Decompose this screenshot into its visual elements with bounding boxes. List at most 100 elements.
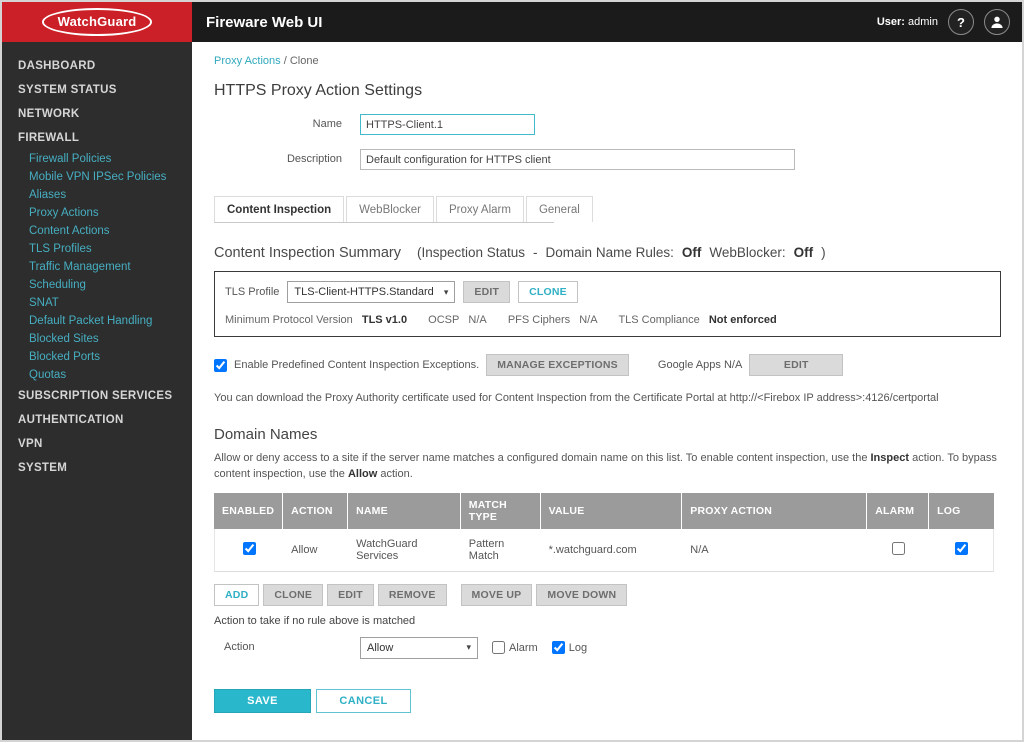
sidebar-item-default-packet-handling[interactable]: Default Packet Handling [2, 312, 192, 330]
cancel-button[interactable]: CANCEL [316, 688, 411, 713]
edit-button[interactable]: EDIT [327, 583, 374, 606]
app-header: WatchGuard Fireware Web UI User: admin ? [2, 2, 1022, 42]
default-action-selected-value: Allow [367, 641, 394, 654]
summary-paren-open: (Inspection Status [416, 245, 526, 260]
tls-clone-button[interactable]: CLONE [518, 281, 578, 303]
enable-exceptions-checkbox[interactable] [214, 358, 227, 372]
remove-button[interactable]: REMOVE [377, 583, 447, 606]
tls-profile-row: TLS Profile TLS-Client-HTTPS.Standard ▾ … [225, 281, 990, 303]
row-enabled-checkbox[interactable] [242, 541, 256, 555]
table-header-row: ENABLED ACTION NAME MATCH TYPE VALUE PRO… [214, 492, 994, 529]
dn-desc-part1: Allow or deny access to a site if the se… [214, 452, 871, 464]
sidebar-item-mobile-vpn-ipsec-policies[interactable]: Mobile VPN IPSec Policies [2, 168, 192, 186]
sidebar-item-content-actions[interactable]: Content Actions [2, 222, 192, 240]
summary-dash: - [533, 245, 538, 260]
account-icon[interactable] [984, 9, 1010, 35]
row-action: Allow [283, 528, 349, 572]
sidebar-item-blocked-sites[interactable]: Blocked Sites [2, 330, 192, 348]
tls-profile-selected-value: TLS-Client-HTTPS.Standard [294, 286, 434, 298]
tls-profile-box: TLS Profile TLS-Client-HTTPS.Standard ▾ … [214, 271, 1001, 337]
sidebar-item-system[interactable]: SYSTEM [2, 456, 192, 480]
save-button[interactable]: SAVE [214, 688, 311, 713]
user-info: User: admin [877, 16, 938, 28]
tab-webblocker[interactable]: WebBlocker [346, 196, 434, 222]
log-label: Log [568, 641, 588, 654]
row-log-checkbox[interactable] [954, 541, 968, 555]
tls-profile-select[interactable]: TLS-Client-HTTPS.Standard ▾ [287, 281, 456, 303]
app-window: WatchGuard Fireware Web UI User: admin ?… [0, 0, 1024, 742]
name-input[interactable] [360, 114, 535, 135]
col-header-name: NAME [348, 492, 461, 529]
move-up-button[interactable]: MOVE UP [460, 583, 533, 606]
sidebar-item-traffic-management[interactable]: Traffic Management [2, 258, 192, 276]
tab-content-inspection[interactable]: Content Inspection [214, 196, 345, 222]
col-header-action: ACTION [283, 492, 349, 529]
summary-rules-value: Off [681, 245, 702, 260]
domain-names-table: ENABLED ACTION NAME MATCH TYPE VALUE PRO… [214, 492, 994, 572]
description-input[interactable] [360, 149, 795, 170]
description-row: Description [214, 149, 1000, 170]
tab-proxy-alarm[interactable]: Proxy Alarm [435, 196, 524, 222]
sidebar-item-firewall-policies[interactable]: Firewall Policies [2, 150, 192, 168]
domain-names-description: Allow or deny access to a site if the se… [214, 451, 1000, 483]
summary-paren-close: ) [821, 245, 826, 260]
summary-webblocker-value: Off [793, 245, 814, 260]
sidebar-item-network[interactable]: NETWORK [2, 102, 192, 126]
col-header-proxy-action: PROXY ACTION [682, 492, 868, 529]
tls-info-line: Minimum Protocol Version TLS v1.0 OCSP N… [225, 314, 990, 326]
sidebar-item-subscription-services[interactable]: SUBSCRIPTION SERVICES [2, 384, 192, 408]
summary-title: Content Inspection Summary [214, 245, 401, 261]
help-icon[interactable]: ? [948, 9, 974, 35]
add-button[interactable]: ADD [214, 583, 260, 606]
chevron-down-icon: ▾ [466, 642, 471, 653]
watchguard-logo: WatchGuard [2, 2, 192, 42]
certificate-note: You can download the Proxy Authority cer… [214, 392, 939, 404]
row-proxy-action: N/A [682, 528, 868, 572]
sidebar-item-vpn[interactable]: VPN [2, 432, 192, 456]
row-alarm-checkbox[interactable] [891, 541, 905, 555]
dn-desc-part3: action. [377, 467, 413, 480]
pfs-label: PFS Ciphers [507, 314, 571, 326]
domain-names-title: Domain Names [214, 426, 318, 443]
chevron-down-icon: ▾ [443, 286, 449, 297]
tab-bar: Content Inspection WebBlocker Proxy Alar… [214, 196, 593, 223]
move-down-button[interactable]: MOVE DOWN [536, 583, 628, 606]
sidebar-item-proxy-actions[interactable]: Proxy Actions [2, 204, 192, 222]
sidebar-item-aliases[interactable]: Aliases [2, 186, 192, 204]
compliance-value: Not enforced [708, 314, 777, 326]
alarm-checkbox[interactable] [492, 641, 505, 655]
col-header-value: VALUE [540, 492, 683, 529]
sidebar-item-snat[interactable]: SNAT [2, 294, 192, 312]
sidebar-item-dashboard[interactable]: DASHBOARD [2, 54, 192, 78]
sidebar-item-blocked-ports[interactable]: Blocked Ports [2, 348, 192, 366]
domain-names-buttons: ADD CLONE EDIT REMOVE MOVE UP MOVE DOWN [214, 583, 1000, 606]
sidebar-item-tls-profiles[interactable]: TLS Profiles [2, 240, 192, 258]
tab-general[interactable]: General [525, 196, 593, 222]
google-apps-edit-button[interactable]: EDIT [749, 354, 844, 376]
clone-button[interactable]: CLONE [263, 583, 324, 606]
sidebar-item-scheduling[interactable]: Scheduling [2, 276, 192, 294]
alarm-label: Alarm [509, 641, 538, 654]
default-action-select[interactable]: Allow ▾ [360, 636, 478, 659]
pfs-value: N/A [579, 314, 598, 326]
name-label: Name [312, 118, 342, 130]
tls-edit-button[interactable]: EDIT [463, 281, 511, 303]
breadcrumb: Proxy Actions / Clone [214, 55, 1000, 67]
manage-exceptions-button[interactable]: MANAGE EXCEPTIONS [486, 354, 629, 376]
sidebar-item-authentication[interactable]: AUTHENTICATION [2, 408, 192, 432]
sidebar-item-system-status[interactable]: SYSTEM STATUS [2, 78, 192, 102]
summary-rules-label: Domain Name Rules: [545, 245, 674, 260]
table-row[interactable]: Allow WatchGuard Services Pattern Match … [214, 528, 994, 572]
main-content: Proxy Actions / Clone HTTPS Proxy Action… [192, 42, 1022, 740]
breadcrumb-proxy-actions-link[interactable]: Proxy Actions [214, 55, 281, 67]
log-checkbox-group: Log [551, 641, 588, 655]
header-right: User: admin ? [877, 9, 1022, 35]
description-label: Description [286, 153, 342, 165]
logo-oval: WatchGuard [41, 8, 153, 36]
log-checkbox[interactable] [551, 641, 565, 655]
sidebar-item-quotas[interactable]: Quotas [2, 366, 192, 384]
sidebar-item-firewall[interactable]: FIREWALL [2, 126, 192, 150]
user-label: User: [876, 16, 905, 28]
tls-profile-label: TLS Profile [225, 286, 280, 298]
google-apps-label: Google Apps N/A [657, 359, 743, 371]
